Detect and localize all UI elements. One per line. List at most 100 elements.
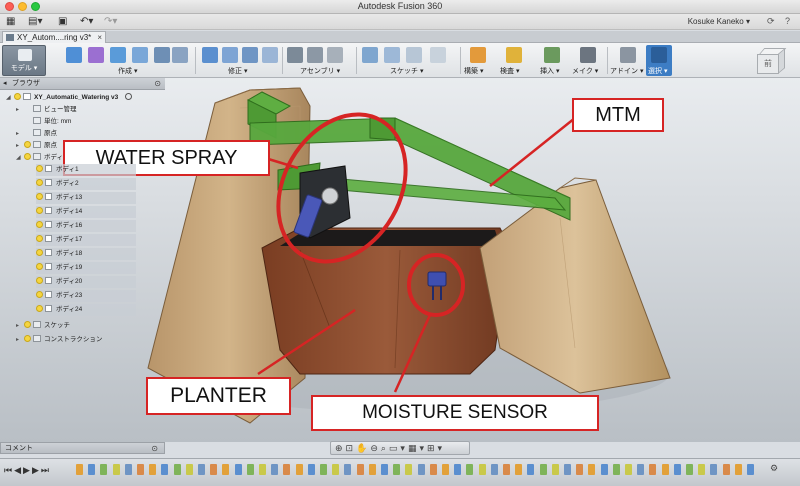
new-component-icon[interactable] xyxy=(287,47,303,63)
timeline-feature-icon[interactable] xyxy=(722,464,730,475)
visibility-bulb-icon[interactable] xyxy=(36,193,43,200)
go-to-end-icon[interactable]: ⏭ xyxy=(41,465,51,475)
create-menu[interactable]: 作成 ▾ xyxy=(118,66,137,76)
timeline-feature-icon[interactable] xyxy=(271,464,279,475)
revolve-icon[interactable] xyxy=(132,47,148,63)
timeline-feature-icon[interactable] xyxy=(381,464,388,475)
sweep-icon[interactable] xyxy=(154,47,170,63)
timeline-feature-icon[interactable] xyxy=(734,464,742,475)
timeline-feature-icon[interactable] xyxy=(222,464,230,475)
timeline-feature-icon[interactable] xyxy=(466,464,474,475)
orbit-icon[interactable]: ⊕ xyxy=(335,443,346,453)
timeline-feature-icon[interactable] xyxy=(490,464,498,475)
press-pull-icon[interactable] xyxy=(202,47,218,63)
tree-item-body[interactable]: ボディ20 xyxy=(36,276,136,288)
tree-item-origin-2[interactable]: ▸ 原点 xyxy=(16,140,57,152)
timeline-track[interactable] xyxy=(76,464,766,478)
file-menu-icon[interactable]: ▤▾ xyxy=(28,16,42,28)
expand-caret-icon[interactable]: ◢ xyxy=(6,92,14,104)
expand-caret-icon[interactable]: ◢ xyxy=(16,152,24,164)
timeline-feature-icon[interactable] xyxy=(515,464,523,475)
timeline-feature-icon[interactable] xyxy=(76,464,83,475)
visibility-bulb-icon[interactable] xyxy=(24,321,31,328)
zoom-icon[interactable]: ⊖ xyxy=(370,443,381,453)
insert-menu[interactable]: 挿入 ▾ xyxy=(540,66,559,76)
timeline-feature-icon[interactable] xyxy=(185,464,193,475)
step-forward-icon[interactable]: ▶ xyxy=(32,465,41,475)
form-icon[interactable] xyxy=(88,47,104,63)
timeline-feature-icon[interactable] xyxy=(161,464,169,475)
tree-item-body[interactable]: ボディ18 xyxy=(36,248,136,260)
timeline-feature-icon[interactable] xyxy=(234,464,242,475)
timeline-feature-icon[interactable] xyxy=(551,464,559,475)
add-ins-menu[interactable]: アドイン ▾ xyxy=(610,66,643,76)
save-icon[interactable]: ▣ xyxy=(58,16,67,28)
timeline-feature-icon[interactable] xyxy=(283,464,291,475)
timeline-feature-icon[interactable] xyxy=(454,464,462,475)
timeline-feature-icon[interactable] xyxy=(368,464,376,475)
timeline-feature-icon[interactable] xyxy=(344,464,352,475)
extrude-icon[interactable] xyxy=(110,47,126,63)
tree-item-body[interactable]: ボディ19 xyxy=(36,262,136,274)
visibility-bulb-icon[interactable] xyxy=(36,221,43,228)
visibility-bulb-icon[interactable] xyxy=(36,207,43,214)
timeline-feature-icon[interactable] xyxy=(332,464,340,475)
pin-icon[interactable]: ⊙ xyxy=(154,78,161,90)
step-back-icon[interactable]: ◀ xyxy=(14,465,23,475)
activate-radio-icon[interactable] xyxy=(125,93,133,100)
timeline-feature-icon[interactable] xyxy=(503,464,510,475)
tree-item-view-management[interactable]: ▸ ビュー管理 xyxy=(16,104,77,116)
as-built-joint-icon[interactable] xyxy=(327,47,343,63)
tree-item-body[interactable]: ボディ23 xyxy=(36,290,136,302)
measure-icon[interactable] xyxy=(506,47,522,63)
timeline-feature-icon[interactable] xyxy=(295,464,303,475)
timeline-feature-icon[interactable] xyxy=(173,464,181,475)
tree-item-body[interactable]: ボディ1 xyxy=(36,164,136,176)
redo-icon[interactable]: ↷▾ xyxy=(104,16,117,28)
user-menu[interactable]: Kosuke Kaneko ▾ xyxy=(688,17,750,26)
viewports-icon[interactable]: ⊞▾ xyxy=(427,443,445,453)
timeline-settings-icon[interactable]: ⚙ xyxy=(770,463,778,474)
sketch-menu[interactable]: スケッチ ▾ xyxy=(390,66,423,76)
timeline-feature-icon[interactable] xyxy=(88,464,96,475)
tree-item-body[interactable]: ボディ17 xyxy=(36,234,136,246)
visibility-bulb-icon[interactable] xyxy=(24,141,31,148)
timeline-feature-icon[interactable] xyxy=(112,464,120,475)
timeline-feature-icon[interactable] xyxy=(649,464,657,475)
expand-caret-icon[interactable]: ▸ xyxy=(16,104,24,116)
timeline-feature-icon[interactable] xyxy=(600,464,608,475)
tree-item-body[interactable]: ボディ13 xyxy=(36,192,136,204)
timeline-feature-icon[interactable] xyxy=(478,464,486,475)
visibility-bulb-icon[interactable] xyxy=(36,277,43,284)
timeline-feature-icon[interactable] xyxy=(686,464,693,475)
expand-caret-icon[interactable]: ▸ xyxy=(16,128,24,140)
timeline-feature-icon[interactable] xyxy=(124,464,132,475)
construct-menu[interactable]: 構築 ▾ xyxy=(464,66,483,76)
browser-header[interactable]: ◂ ブラウザ ⊙ xyxy=(0,78,165,90)
timeline-feature-icon[interactable] xyxy=(356,464,364,475)
timeline-feature-icon[interactable] xyxy=(393,464,401,475)
help-icon[interactable]: ⟳ ? xyxy=(767,16,794,27)
look-at-icon[interactable]: ⊡ xyxy=(346,443,357,453)
timeline-feature-icon[interactable] xyxy=(527,464,535,475)
visibility-bulb-icon[interactable] xyxy=(24,153,31,160)
plane-icon[interactable] xyxy=(470,47,486,63)
visibility-bulb-icon[interactable] xyxy=(24,335,31,342)
timeline-feature-icon[interactable] xyxy=(661,464,669,475)
timeline-feature-icon[interactable] xyxy=(259,464,266,475)
timeline-feature-icon[interactable] xyxy=(564,464,571,475)
comments-settings-icon[interactable]: ⊙ xyxy=(151,443,158,454)
document-tab[interactable]: XY_Autom....ring v3* × xyxy=(2,31,106,43)
tree-item-bodies[interactable]: ◢ ボディ xyxy=(16,152,63,164)
go-to-start-icon[interactable]: ⏮ xyxy=(4,465,14,475)
loft-icon[interactable] xyxy=(172,47,188,63)
viewcube[interactable]: 前 xyxy=(752,46,787,80)
grid-settings-icon[interactable]: ▦▾ xyxy=(408,443,427,453)
tree-item-body[interactable]: ボディ24 xyxy=(36,304,136,316)
visibility-bulb-icon[interactable] xyxy=(36,305,43,312)
timeline-feature-icon[interactable] xyxy=(673,464,681,475)
fillet-icon[interactable] xyxy=(222,47,238,63)
fit-icon[interactable]: ⌕ xyxy=(381,443,389,453)
viewcube-right-face[interactable] xyxy=(778,48,785,74)
inspect-menu[interactable]: 検査 ▾ xyxy=(500,66,519,76)
